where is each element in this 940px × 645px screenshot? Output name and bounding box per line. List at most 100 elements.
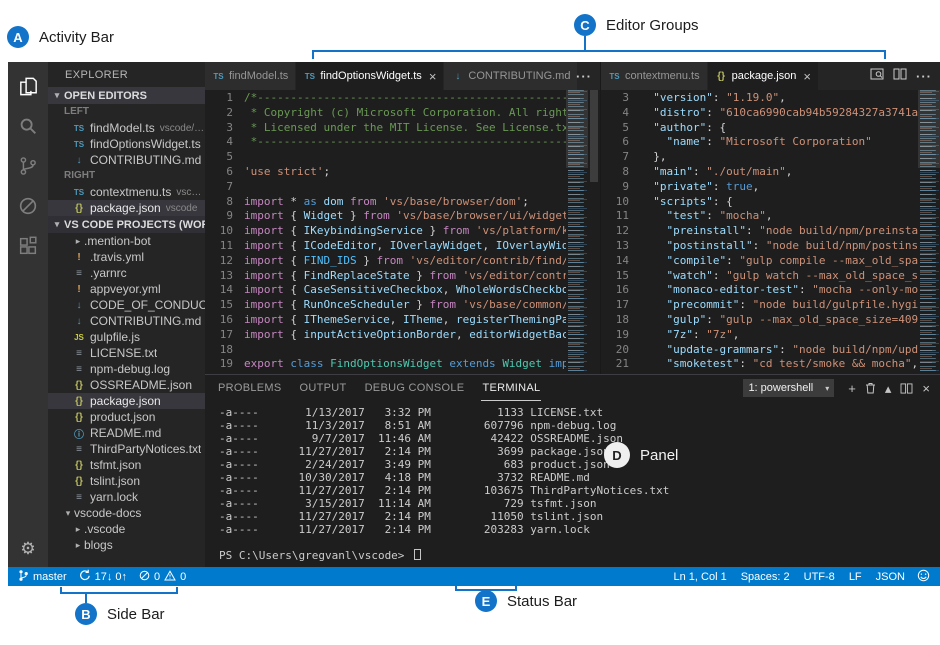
- line-number: 13: [601, 239, 629, 254]
- open-preview-icon[interactable]: [870, 67, 884, 85]
- debug-icon[interactable]: [8, 186, 48, 226]
- tab-contextmenu.ts[interactable]: TScontextmenu.ts: [601, 62, 708, 90]
- panel-tab-problems[interactable]: PROBLEMS: [217, 375, 283, 401]
- feedback-smiley-icon[interactable]: [917, 569, 930, 585]
- search-icon[interactable]: [8, 106, 48, 146]
- open-editor-item[interactable]: ↓CONTRIBUTING.mdvscode: [48, 152, 205, 168]
- callout-letter-e: E: [475, 590, 497, 612]
- status-item-lf[interactable]: LF: [849, 571, 862, 583]
- editor-group-left: TSfindModel.tsTSfindOptionsWidget.ts×↓CO…: [205, 62, 600, 374]
- file-item[interactable]: ↓CONTRIBUTING.md: [48, 313, 205, 329]
- git-branch-indicator[interactable]: master: [18, 569, 67, 585]
- status-item-spaces-2[interactable]: Spaces: 2: [741, 571, 790, 583]
- file-item[interactable]: ≡.yarnrc: [48, 265, 205, 281]
- code-line: 14 "compile": "gulp compile --max_old_sp…: [601, 254, 918, 269]
- file-item[interactable]: ≡npm-debug.log: [48, 361, 205, 377]
- open-editor-item[interactable]: TScontextmenu.tsvscode/src...: [48, 184, 205, 200]
- status-item-utf-8[interactable]: UTF-8: [804, 571, 835, 583]
- minimap[interactable]: [566, 90, 588, 374]
- callout-activity-bar: A Activity Bar: [7, 26, 114, 48]
- file-item[interactable]: {}OSSREADME.json: [48, 377, 205, 393]
- terminal[interactable]: -a---- 1/13/2017 3:32 PM 1133 LICENSE.tx…: [205, 401, 940, 567]
- sync-indicator[interactable]: 17↓ 0↑: [79, 569, 127, 584]
- file-item[interactable]: !.travis.yml: [48, 249, 205, 265]
- close-panel-icon[interactable]: ×: [922, 382, 930, 395]
- file-name: gulpfile.js: [90, 330, 140, 344]
- file-item[interactable]: {}tsfmt.json: [48, 457, 205, 473]
- close-icon[interactable]: ×: [429, 69, 437, 84]
- maximize-panel-icon[interactable]: ▴: [885, 382, 892, 395]
- folder-item[interactable]: ▸.mention-bot: [48, 233, 205, 249]
- editor-left[interactable]: 1/*-------------------------------------…: [205, 90, 600, 374]
- explorer-icon[interactable]: [8, 66, 48, 106]
- split-editor-icon[interactable]: [893, 67, 907, 85]
- file-item[interactable]: ≡LICENSE.txt: [48, 345, 205, 361]
- json-file-icon: {}: [72, 396, 86, 407]
- file-name: CODE_OF_CONDUCT.md: [90, 298, 205, 312]
- callout-label-panel: Panel: [640, 447, 678, 464]
- more-actions-icon[interactable]: ···: [576, 69, 592, 84]
- open-editor-item[interactable]: {}package.jsonvscode: [48, 200, 205, 216]
- close-icon[interactable]: ×: [803, 69, 811, 84]
- markdown-file-icon: ↓: [72, 155, 86, 166]
- file-name: CONTRIBUTING.md: [90, 314, 201, 328]
- panel-tab-debug-console[interactable]: DEBUG CONSOLE: [364, 375, 466, 401]
- open-editors-header[interactable]: ▾ OPEN EDITORS: [48, 87, 205, 104]
- line-number: 9: [205, 209, 233, 224]
- minimap[interactable]: [918, 90, 940, 374]
- tab-label: findOptionsWidget.ts: [320, 70, 422, 82]
- terminal-picker[interactable]: 1: powershell ▾: [743, 379, 834, 397]
- tab-CONTRIBUTING.md[interactable]: ↓CONTRIBUTING.md: [444, 62, 578, 90]
- new-terminal-icon[interactable]: +: [848, 382, 856, 395]
- file-name: LICENSE.txt: [90, 346, 157, 360]
- line-number: 18: [205, 343, 233, 358]
- scrollbar[interactable]: [588, 90, 600, 374]
- editor-right[interactable]: 3 "version": "1.19.0",4 "distro": "610ca…: [601, 90, 940, 374]
- minimap-slider[interactable]: [918, 90, 940, 168]
- file-name: .yarnrc: [90, 266, 127, 280]
- file-item[interactable]: !appveyor.yml: [48, 281, 205, 297]
- ts-file-icon: TS: [608, 72, 621, 81]
- status-item-ln-1-col-1[interactable]: Ln 1, Col 1: [674, 571, 727, 583]
- file-item[interactable]: ↓CODE_OF_CONDUCT.md: [48, 297, 205, 313]
- sidebar-title: EXPLORER: [48, 62, 205, 87]
- open-editor-item[interactable]: TSfindOptionsWidget.tsvsco...: [48, 136, 205, 152]
- code-line: 8import * as dom from 'vs/base/browser/d…: [205, 195, 566, 210]
- minimap-slider[interactable]: [566, 90, 588, 168]
- folder-item[interactable]: ▸.vscode: [48, 521, 205, 537]
- editor-groups: TSfindModel.ts TS findOptionsWidget.ts × ↓CO…: [205, 62, 940, 374]
- file-item[interactable]: {}product.json: [48, 409, 205, 425]
- panel-tab-terminal[interactable]: TERMINAL: [481, 375, 541, 401]
- file-item[interactable]: ≡yarn.lock: [48, 489, 205, 505]
- extensions-icon[interactable]: [8, 226, 48, 266]
- tab-findModel.ts[interactable]: TSfindModel.ts: [205, 62, 296, 90]
- problems-indicator[interactable]: 0 0: [139, 570, 186, 584]
- more-actions-icon[interactable]: ···: [916, 69, 932, 84]
- file-item[interactable]: {}package.json: [48, 393, 205, 409]
- folder-item[interactable]: ▸blogs: [48, 537, 205, 553]
- split-panel-icon[interactable]: [900, 383, 913, 394]
- line-number: 11: [601, 209, 629, 224]
- file-item[interactable]: JSgulpfile.js: [48, 329, 205, 345]
- line-number: 12: [205, 254, 233, 269]
- status-item-json[interactable]: JSON: [876, 571, 905, 583]
- tab-label: package.json: [732, 70, 797, 82]
- workspace-header[interactable]: ▾ VS CODE PROJECTS (WORKSPACE): [48, 216, 205, 233]
- code-line: 13 "postinstall": "node build/npm/postin…: [601, 239, 918, 254]
- tab-findOptionsWidget.ts[interactable]: TSfindOptionsWidget.ts×: [296, 62, 444, 90]
- source-control-icon[interactable]: [8, 146, 48, 186]
- settings-gear-icon[interactable]: ⚙: [20, 539, 35, 558]
- open-editor-item[interactable]: TSfindModel.tsvscode/src/vs/...: [48, 120, 205, 136]
- terminal-prompt: PS C:\Users\gregvanl\vscode>: [219, 549, 411, 562]
- terminal-line: -a---- 11/3/2017 8:51 AM 607796 npm-debu…: [219, 419, 940, 432]
- file-item[interactable]: ≡ThirdPartyNotices.txt: [48, 441, 205, 457]
- scrollbar-thumb[interactable]: [590, 90, 598, 182]
- terminal-cursor: [414, 549, 421, 560]
- folder-item[interactable]: ▾vscode-docs: [48, 505, 205, 521]
- file-item[interactable]: {}tslint.json: [48, 473, 205, 489]
- kill-terminal-icon[interactable]: [865, 382, 876, 394]
- tab-bar-right: TScontextmenu.ts{}package.json× ···: [601, 62, 940, 90]
- panel-tab-output[interactable]: OUTPUT: [299, 375, 348, 401]
- file-item[interactable]: ⓘREADME.md: [48, 425, 205, 441]
- tab-package.json[interactable]: {}package.json×: [708, 62, 819, 90]
